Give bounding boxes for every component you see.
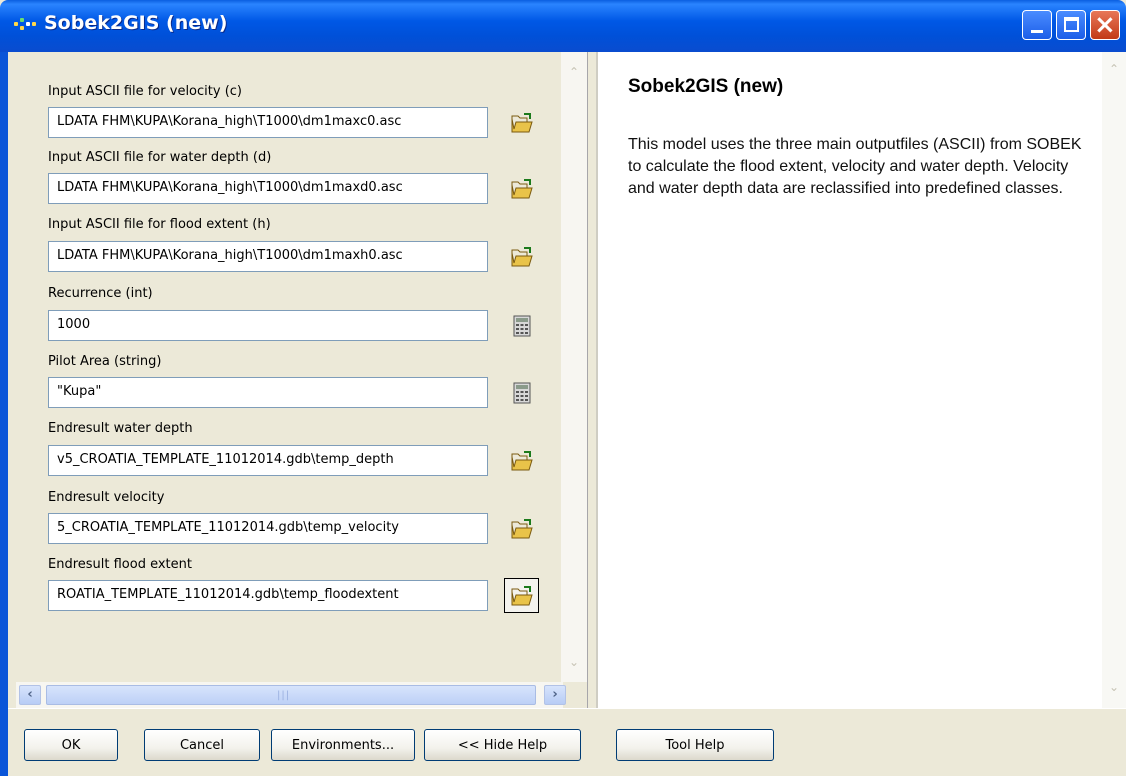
- ok-button[interactable]: OK: [24, 729, 118, 761]
- endresult-flood-extent-input[interactable]: ROATIA_TEMPLATE_11012014.gdb\temp_floode…: [48, 580, 488, 611]
- pilot-area-input[interactable]: "Kupa": [48, 377, 488, 408]
- help-vertical-scrollbar[interactable]: ⌃ ⌄: [1102, 52, 1126, 708]
- calculator-icon: [513, 382, 530, 403]
- water-depth-file-input[interactable]: LDATA FHM\KUPA\Korana_high\T1000\dm1maxd…: [48, 173, 488, 204]
- recurrence-input[interactable]: 1000: [48, 310, 488, 341]
- recurrence-label: Recurrence (int): [48, 286, 153, 301]
- browse-endresult-velocity-button[interactable]: [504, 511, 539, 546]
- endresult-water-depth-input[interactable]: v5_CROATIA_TEMPLATE_11012014.gdb\temp_de…: [48, 445, 488, 476]
- hide-help-button[interactable]: << Hide Help: [424, 729, 581, 761]
- window-frame: [0, 52, 8, 776]
- open-folder-icon: [511, 112, 533, 132]
- open-folder-icon: [511, 246, 533, 266]
- help-panel: Sobek2GIS (new) This model uses the thre…: [596, 52, 1126, 708]
- browse-water-depth-button[interactable]: [504, 171, 539, 206]
- help-title: Sobek2GIS (new): [628, 76, 784, 97]
- open-folder-icon: [511, 585, 533, 605]
- scroll-left-icon[interactable]: ‹: [19, 685, 41, 705]
- endresult-flood-extent-label: Endresult flood extent: [48, 557, 192, 572]
- velocity-file-input[interactable]: LDATA FHM\KUPA\Korana_high\T1000\dm1maxc…: [48, 107, 488, 138]
- cancel-button[interactable]: Cancel: [144, 729, 260, 761]
- open-folder-icon: [511, 450, 533, 470]
- parameters-panel: Input ASCII file for velocity (c) LDATA …: [8, 52, 588, 708]
- scroll-grip-icon: |||: [277, 690, 291, 701]
- minimize-button[interactable]: [1022, 10, 1052, 40]
- calculator-icon: [513, 315, 530, 336]
- horizontal-scroll-thumb[interactable]: |||: [46, 685, 536, 705]
- scroll-right-icon[interactable]: ›: [544, 685, 566, 705]
- environments-button[interactable]: Environments...: [271, 729, 415, 761]
- browse-endresult-flood-extent-button[interactable]: [504, 578, 539, 613]
- parameters-horizontal-scrollbar[interactable]: ‹ ||| ›: [16, 682, 566, 708]
- scroll-up-icon[interactable]: ⌃: [564, 62, 584, 82]
- help-description: This model uses the three main outputfil…: [628, 136, 1082, 197]
- recurrence-calculator-button[interactable]: [504, 308, 539, 343]
- browse-flood-extent-button[interactable]: [504, 239, 539, 274]
- water-depth-input-label: Input ASCII file for water depth (d): [48, 150, 272, 165]
- minimize-icon: [1031, 30, 1043, 33]
- velocity-input-label: Input ASCII file for velocity (c): [48, 84, 242, 99]
- model-tool-icon: [14, 18, 40, 32]
- dialog-button-bar: OK Cancel Environments... << Hide Help T…: [8, 708, 1126, 776]
- endresult-water-depth-label: Endresult water depth: [48, 421, 193, 436]
- maximize-button[interactable]: [1056, 10, 1086, 40]
- browse-endresult-water-depth-button[interactable]: [504, 443, 539, 478]
- title-bar[interactable]: Sobek2GIS (new) ×: [0, 0, 1126, 52]
- pilot-area-calculator-button[interactable]: [504, 375, 539, 410]
- scroll-down-icon[interactable]: ⌄: [564, 652, 584, 672]
- endresult-velocity-label: Endresult velocity: [48, 490, 165, 505]
- tool-help-button[interactable]: Tool Help: [616, 729, 774, 761]
- open-folder-icon: [511, 518, 533, 538]
- parameters-vertical-scrollbar[interactable]: ⌃ ⌄: [561, 52, 587, 682]
- open-folder-icon: [511, 178, 533, 198]
- endresult-velocity-input[interactable]: 5_CROATIA_TEMPLATE_11012014.gdb\temp_vel…: [48, 513, 488, 544]
- scroll-down-icon[interactable]: ⌄: [1105, 680, 1123, 698]
- maximize-icon: [1064, 17, 1079, 32]
- close-icon: ×: [1094, 10, 1116, 40]
- close-button[interactable]: ×: [1090, 10, 1120, 40]
- pilot-area-label: Pilot Area (string): [48, 354, 162, 369]
- flood-extent-input-label: Input ASCII file for flood extent (h): [48, 217, 271, 232]
- flood-extent-file-input[interactable]: LDATA FHM\KUPA\Korana_high\T1000\dm1maxh…: [48, 241, 488, 272]
- browse-velocity-button[interactable]: [504, 105, 539, 140]
- scroll-up-icon[interactable]: ⌃: [1105, 62, 1123, 80]
- window-title: Sobek2GIS (new): [44, 12, 228, 34]
